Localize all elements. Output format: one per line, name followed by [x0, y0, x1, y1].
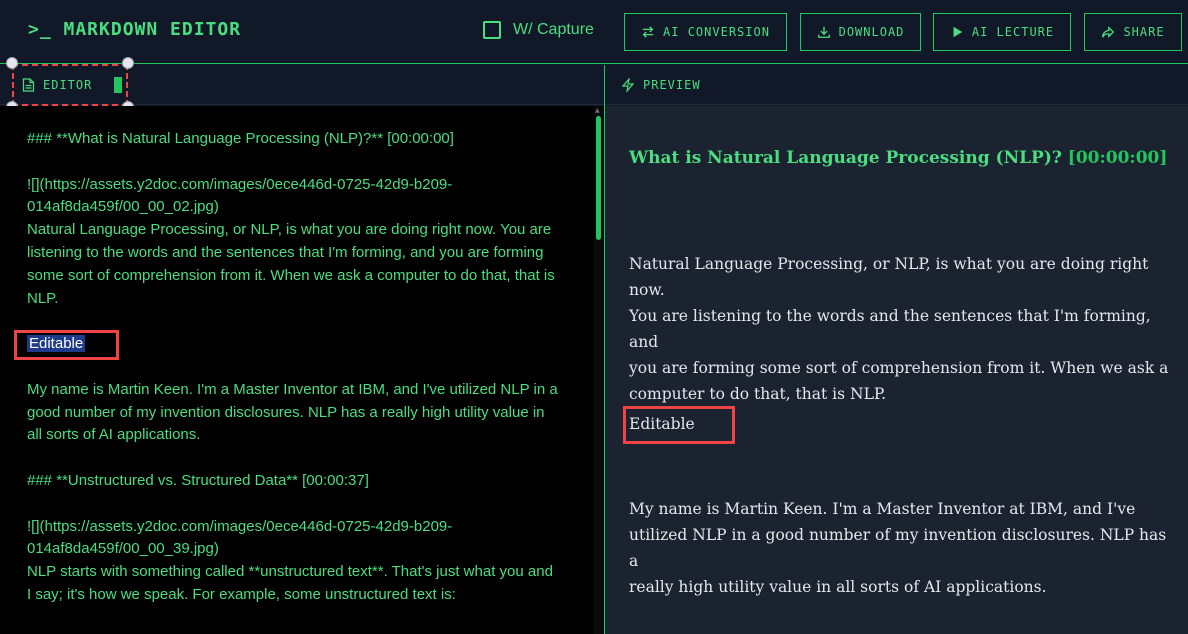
share-arrow-icon [1102, 26, 1115, 38]
ai-conversion-label: AI CONVERSION [663, 25, 770, 39]
resize-handle-top-left[interactable] [6, 57, 18, 69]
preview-line: utilized NLP in a good number of my inve… [629, 526, 1167, 570]
preview-paragraph: My name is Martin Keen. I'm a Master Inv… [629, 496, 1169, 600]
editor-line: ### **What is Natural Language Processin… [27, 130, 454, 147]
swap-arrows-icon [642, 26, 654, 38]
download-icon [817, 26, 830, 38]
editor-line: 014af8da459f/00_00_39.jpg) [27, 540, 219, 558]
app-header: >_ MARKDOWN EDITOR W/ Capture AI CONVERS… [0, 0, 1188, 64]
preview-heading-timestamp: [00:00:00] [1067, 148, 1168, 168]
editor-line: good number of my invention disclosures.… [27, 403, 545, 421]
ai-lecture-label: AI LECTURE [971, 25, 1055, 39]
capture-label: W/ Capture [513, 21, 594, 38]
tab-editor-label: EDITOR [43, 78, 93, 92]
editor-line: all sorts of AI applications. [27, 426, 201, 444]
resize-handle-top-right[interactable] [122, 57, 134, 69]
editor-line: 014af8da459f/00_00_02.jpg) [27, 198, 219, 216]
editor-line: ### **Unstructured vs. Structured Data**… [27, 471, 369, 489]
preview-line: really high utility value in all sorts o… [629, 578, 1047, 596]
app-logo: >_ MARKDOWN EDITOR [28, 19, 242, 40]
play-icon [953, 26, 963, 38]
preview-line: computer to do that, that is NLP. [629, 385, 887, 403]
editor-line: some sort of comprehension from it. When… [27, 266, 555, 284]
lightning-icon [621, 77, 635, 92]
editor-line: My name is Martin Keen. I'm a Master Inv… [27, 380, 558, 398]
editor-scrollbar-thumb[interactable] [596, 116, 601, 240]
download-label: DOWNLOAD [838, 25, 905, 39]
editor-line: listening to the words and the sentences… [27, 243, 544, 261]
text-cursor [114, 77, 123, 93]
document-icon [22, 78, 35, 92]
highlight-box-editor [14, 330, 119, 360]
share-button[interactable]: SHARE [1084, 13, 1182, 51]
editor-line: NLP. [27, 289, 59, 307]
preview-line: you are forming some sort of comprehensi… [629, 359, 1169, 377]
highlight-box-preview [623, 406, 735, 444]
ai-lecture-button[interactable]: AI LECTURE [933, 13, 1071, 51]
tab-preview[interactable]: PREVIEW [605, 65, 1188, 105]
preview-heading-text: What is Natural Language Processing (NLP… [629, 148, 1062, 168]
preview-line: Natural Language Processing, or NLP, is … [629, 255, 1149, 299]
markdown-preview: What is Natural Language Processing (NLP… [605, 106, 1188, 634]
editor-line: ![](https://assets.y2doc.com/images/0ece… [27, 517, 453, 535]
capture-checkbox[interactable] [483, 21, 501, 39]
editor-line: I say; it's how we speak. For example, s… [27, 585, 456, 603]
capture-toggle[interactable]: W/ Capture [483, 21, 594, 39]
tab-editor[interactable]: EDITOR [12, 64, 128, 106]
preview-paragraph: Natural Language Processing, or NLP, is … [629, 251, 1169, 407]
editor-content[interactable]: ### **What is Natural Language Processin… [27, 128, 575, 607]
editor-line: NLP starts with something called **unstr… [27, 563, 553, 581]
preview-line: My name is Martin Keen. I'm a Master Inv… [629, 500, 1136, 518]
download-button[interactable]: DOWNLOAD [800, 13, 921, 51]
share-label: SHARE [1123, 25, 1165, 39]
markdown-editor[interactable]: ### **What is Natural Language Processin… [0, 106, 604, 634]
tab-preview-label: PREVIEW [643, 77, 701, 92]
preview-heading: What is Natural Language Processing (NLP… [629, 148, 1167, 168]
preview-line: You are listening to the words and the s… [629, 307, 1151, 351]
editor-line: Natural Language Processing, or NLP, is … [27, 221, 552, 239]
ai-conversion-button[interactable]: AI CONVERSION [624, 13, 787, 51]
editor-line: ![](https://assets.y2doc.com/images/0ece… [27, 175, 453, 193]
scroll-up-icon[interactable]: ▲ [595, 107, 600, 114]
